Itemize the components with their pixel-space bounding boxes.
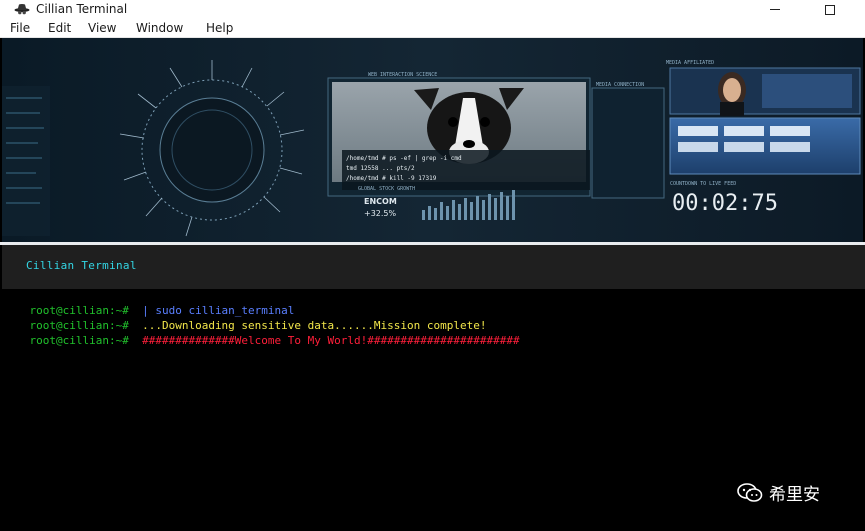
countdown-display: 00:02:75: [672, 191, 778, 216]
label-media-connection: MEDIA CONNECTION: [596, 82, 644, 88]
terminal-prompt: root@cillian:~#: [29, 334, 136, 347]
watermark: 希里安: [737, 480, 820, 505]
menu-file[interactable]: File: [10, 21, 30, 35]
title-bar: Cillian Terminal: [0, 0, 865, 19]
menu-help[interactable]: Help: [206, 21, 233, 35]
banner-image: WEB INTERACTION SCIENCE /home/tmd # ps -…: [2, 38, 863, 242]
hacker-dashboard-illustration: WEB INTERACTION SCIENCE /home/tmd # ps -…: [2, 38, 863, 242]
menu-window[interactable]: Window: [136, 21, 183, 35]
label-encom-pct: +32.5%: [364, 209, 397, 218]
minimize-button[interactable]: [757, 0, 793, 19]
label-countdown: COUNTDOWN TO LIVE FEED: [670, 181, 736, 187]
maximize-button[interactable]: [812, 0, 848, 19]
terminal-output[interactable]: root@cillian:~# | sudo cillian_terminal …: [0, 289, 865, 531]
label-media-affiliated: MEDIA AFFILIATED: [666, 60, 714, 66]
menu-view[interactable]: View: [88, 21, 116, 35]
terminal-welcome-text: ##############Welcome To My World!######…: [135, 334, 520, 347]
window-title: Cillian Terminal: [36, 2, 128, 16]
minimize-icon: [770, 9, 780, 10]
terminal-header: Cillian Terminal: [2, 245, 865, 289]
terminal-line: root@cillian:~# ##############Welcome To…: [3, 321, 520, 360]
banner-cmd-line-1: /home/tmd # ps -ef | grep -i cmd: [346, 155, 462, 162]
label-encom: ENCOM: [364, 197, 397, 206]
wechat-icon: [737, 482, 763, 502]
banner-cmd-line-2: tmd 12558 ... pts/2: [346, 165, 415, 172]
label-interaction: WEB INTERACTION SCIENCE: [368, 72, 437, 78]
label-stock-growth: GLOBAL STOCK GROWTH: [358, 186, 415, 192]
terminal-header-title: Cillian Terminal: [26, 259, 137, 272]
watermark-text: 希里安: [769, 485, 820, 505]
menu-edit[interactable]: Edit: [48, 21, 71, 35]
menu-bar: File Edit View Window Help: [0, 19, 865, 38]
banner-cmd-line-3: /home/tmd # kill -9 17319: [346, 175, 437, 182]
maximize-icon: [825, 4, 835, 15]
spy-hat-icon: [14, 4, 30, 15]
